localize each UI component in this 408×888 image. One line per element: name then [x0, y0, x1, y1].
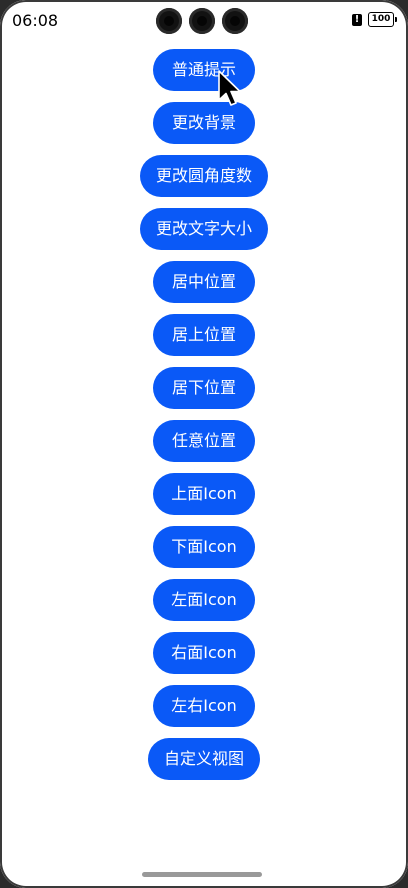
bottom-position-button[interactable]: 居下位置	[153, 367, 255, 409]
change-text-size-button[interactable]: 更改文字大小	[139, 208, 268, 250]
top-position-button[interactable]: 居上位置	[153, 314, 255, 356]
bottom-icon-button[interactable]: 下面Icon	[153, 526, 255, 568]
camera-cutout-icon	[222, 8, 248, 34]
status-bar: 06:08 ! 100	[0, 0, 408, 40]
camera-cutout-icon	[189, 8, 215, 34]
center-position-button[interactable]: 居中位置	[153, 261, 255, 303]
left-right-icon-button[interactable]: 左右Icon	[153, 685, 255, 727]
custom-view-button[interactable]: 自定义视图	[147, 738, 260, 780]
change-background-button[interactable]: 更改背景	[153, 102, 255, 144]
camera-cutout-icon	[156, 8, 182, 34]
phone-screen: 06:08 ! 100 普通提示 更改背景 更改圆角度数 更改文字大小 居中位置…	[0, 0, 408, 888]
top-icon-button[interactable]: 上面Icon	[153, 473, 255, 515]
status-indicators: ! 100	[352, 12, 397, 27]
button-list: 普通提示 更改背景 更改圆角度数 更改文字大小 居中位置 居上位置 居下位置 任…	[0, 49, 408, 791]
status-time: 06:08	[12, 11, 59, 30]
change-corner-radius-button[interactable]: 更改圆角度数	[139, 155, 268, 197]
any-position-button[interactable]: 任意位置	[153, 420, 255, 462]
battery-icon: 100	[368, 12, 397, 27]
right-icon-button[interactable]: 右面Icon	[153, 632, 255, 674]
left-icon-button[interactable]: 左面Icon	[153, 579, 255, 621]
mouse-pointer-icon	[218, 70, 241, 106]
notification-alert-icon: !	[352, 13, 362, 26]
home-indicator[interactable]	[142, 872, 262, 877]
